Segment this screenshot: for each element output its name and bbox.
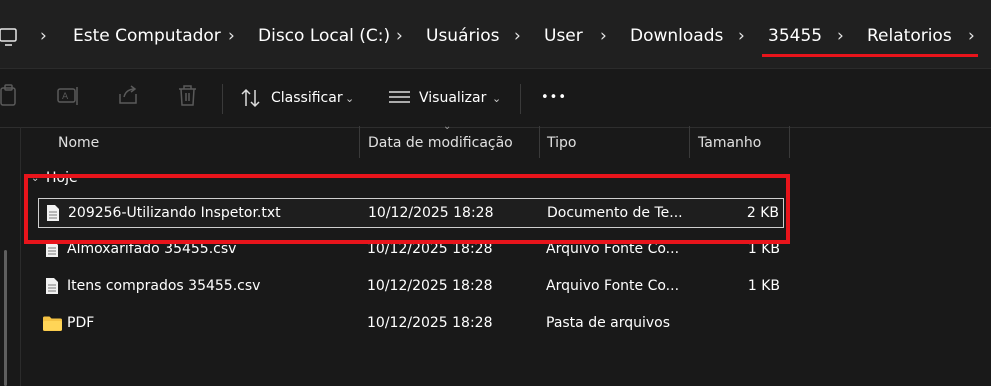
navigation-pane-divider bbox=[20, 127, 21, 386]
chevron-right-icon[interactable]: › bbox=[514, 26, 521, 46]
breadcrumb-item-computer[interactable]: Este Computador bbox=[73, 26, 221, 46]
breadcrumb-item-user[interactable]: User bbox=[544, 26, 583, 46]
file-row[interactable]: Itens comprados 35455.csv 10/12/2025 18:… bbox=[38, 272, 784, 302]
sort-button[interactable]: Classificar bbox=[271, 90, 343, 106]
navigation-pane-scrollbar[interactable] bbox=[4, 250, 7, 386]
chevron-right-icon[interactable]: › bbox=[600, 26, 607, 46]
share-icon[interactable] bbox=[117, 84, 141, 108]
file-name: Itens comprados 35455.csv bbox=[67, 278, 261, 294]
chevron-right-icon[interactable]: › bbox=[968, 26, 975, 46]
chevron-right-icon[interactable]: › bbox=[738, 26, 745, 46]
computer-icon[interactable] bbox=[0, 28, 20, 48]
column-header-type[interactable]: Tipo bbox=[547, 135, 576, 151]
text-file-icon bbox=[46, 278, 58, 294]
breadcrumb-item-local-disk[interactable]: Disco Local (C:) bbox=[258, 26, 390, 46]
delete-icon[interactable] bbox=[177, 84, 199, 108]
chevron-right-icon[interactable]: › bbox=[228, 26, 235, 46]
column-divider[interactable] bbox=[539, 126, 540, 158]
column-divider[interactable] bbox=[689, 126, 690, 158]
view-button[interactable]: Visualizar bbox=[419, 90, 486, 106]
sort-icon[interactable] bbox=[240, 88, 264, 108]
breadcrumb-item-relatorios[interactable]: Relatorios bbox=[867, 26, 952, 46]
annotation-underline bbox=[762, 54, 978, 57]
column-divider[interactable] bbox=[359, 126, 360, 158]
file-date: 10/12/2025 18:28 bbox=[367, 315, 493, 331]
breadcrumb-item-users[interactable]: Usuários bbox=[426, 26, 499, 46]
more-options-button[interactable]: ••• bbox=[541, 90, 567, 105]
view-icon[interactable] bbox=[389, 90, 411, 106]
file-date: 10/12/2025 18:28 bbox=[367, 278, 493, 294]
chevron-right-icon[interactable]: › bbox=[396, 26, 403, 46]
breadcrumb-item-35455[interactable]: 35455 bbox=[768, 26, 822, 46]
svg-text:A: A bbox=[62, 92, 69, 102]
column-header-name[interactable]: Nome bbox=[58, 135, 99, 151]
file-name: PDF bbox=[67, 315, 95, 331]
toolbar-divider bbox=[520, 84, 521, 114]
chevron-down-icon[interactable]: ⌄ bbox=[492, 92, 501, 105]
breadcrumb-item-downloads[interactable]: Downloads bbox=[630, 26, 723, 46]
folder-row[interactable]: PDF 10/12/2025 18:28 Pasta de arquivos bbox=[38, 309, 784, 339]
chevron-right-icon[interactable]: › bbox=[40, 26, 47, 46]
chevron-down-icon[interactable]: ⌄ bbox=[345, 92, 354, 105]
sort-indicator-icon: ⌄ bbox=[443, 121, 452, 132]
file-type: Arquivo Fonte Co... bbox=[546, 278, 680, 294]
column-divider[interactable] bbox=[789, 126, 790, 158]
column-header-date[interactable]: Data de modificação bbox=[368, 135, 513, 151]
file-size: 1 KB bbox=[747, 278, 780, 294]
file-type: Pasta de arquivos bbox=[546, 315, 671, 331]
rename-icon[interactable]: A bbox=[57, 84, 81, 108]
chevron-right-icon[interactable]: › bbox=[837, 26, 844, 46]
toolbar-divider bbox=[222, 84, 223, 114]
annotation-highlight-box bbox=[24, 174, 790, 244]
folder-icon bbox=[43, 316, 62, 331]
column-header-size[interactable]: Tamanho bbox=[698, 135, 761, 151]
paste-icon[interactable] bbox=[0, 84, 20, 108]
